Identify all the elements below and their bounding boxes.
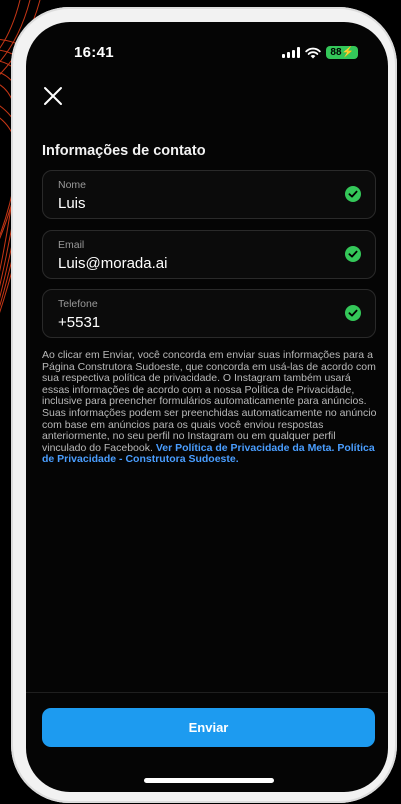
email-field-value: Luis@morada.ai (58, 255, 168, 272)
status-time: 16:41 (74, 44, 114, 61)
phone-field-label: Telefone (58, 298, 98, 310)
name-field[interactable]: Nome Luis (42, 170, 376, 219)
check-circle-icon (345, 246, 361, 262)
check-circle-icon (345, 305, 361, 321)
name-field-value: Luis (58, 195, 86, 212)
status-indicators: 88⚡ (282, 46, 358, 59)
privacy-disclaimer: Ao clicar em Enviar, você concorda em en… (42, 349, 377, 466)
cellular-signal-icon (282, 47, 301, 58)
disclaimer-text: Ao clicar em Enviar, você concorda em en… (42, 349, 377, 454)
check-circle-icon (345, 186, 361, 202)
home-indicator (144, 778, 274, 783)
meta-privacy-link[interactable]: Ver Política de Privacidade da Meta. (156, 442, 335, 454)
close-icon (44, 87, 62, 105)
wifi-icon (305, 47, 322, 58)
phone-field[interactable]: Telefone +5531 (42, 289, 376, 338)
close-button[interactable] (42, 85, 64, 107)
phone-field-value: +5531 (58, 314, 101, 331)
email-field-label: Email (58, 239, 85, 251)
stage: 16:41 88⚡ Informações de contato Nome Lu… (0, 0, 401, 804)
name-field-label: Nome (58, 179, 87, 191)
footer-divider (26, 692, 388, 693)
charging-bolt-icon: ⚡ (341, 47, 354, 58)
submit-button[interactable]: Enviar (42, 708, 375, 747)
battery-level: 88 (330, 47, 342, 58)
section-title: Informações de contato (42, 143, 206, 159)
phone-screen: 16:41 88⚡ Informações de contato Nome Lu… (26, 22, 388, 792)
email-field[interactable]: Email Luis@morada.ai (42, 230, 376, 279)
battery-indicator: 88⚡ (326, 46, 358, 59)
